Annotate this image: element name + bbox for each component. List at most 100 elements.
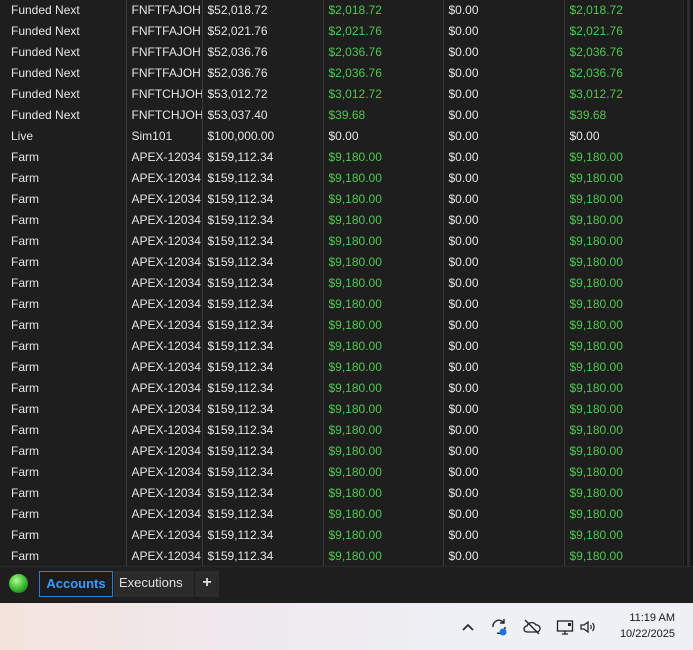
account-name-cell: Farm: [11, 423, 39, 437]
realized-pnl-cell: $2,036.76: [322, 42, 443, 63]
realized-pnl-cell: $9,180.00: [322, 189, 443, 210]
realized-pnl-cell: $9,180.00: [322, 168, 443, 189]
table-row[interactable]: Farm APEX-12034 $159,112.34 $9,180.00 $0.00 $…: [0, 252, 683, 273]
account-name-cell: Farm: [11, 486, 39, 500]
speaker-icon[interactable]: [578, 617, 598, 637]
unrealized-pnl-cell: $0.00: [442, 126, 564, 147]
table-row[interactable]: Funded Next FNFTCHJOH $53,037.40 $39.68 $0.0…: [0, 105, 683, 126]
table-row[interactable]: Farm APEX-12034 $159,112.34 $9,180.00 $0.00 $…: [0, 462, 683, 483]
tab-executions[interactable]: Executions: [114, 571, 194, 597]
realized-pnl-cell: $9,180.00: [322, 147, 443, 168]
account-id-cell: FNFTFAJOH: [125, 0, 202, 21]
realized-pnl-cell: $9,180.00: [322, 399, 443, 420]
table-row[interactable]: Farm APEX-12034 $159,112.34 $9,180.00 $0.00 $…: [0, 273, 683, 294]
vertical-scrollbar[interactable]: [683, 0, 693, 566]
table-row[interactable]: Funded Next FNFTFAJOH $52,018.72 $2,018.72 $…: [0, 0, 683, 21]
unrealized-pnl-cell: $0.00: [442, 462, 564, 483]
account-id-cell: APEX-12034: [125, 273, 202, 294]
scrollbar-thumb[interactable]: [687, 0, 690, 566]
total-pnl-cell: $9,180.00: [563, 252, 683, 273]
chevron-up-icon[interactable]: [458, 617, 478, 637]
total-pnl-cell: $9,180.00: [563, 147, 683, 168]
table-row[interactable]: Farm APEX-12034 $159,112.34 $9,180.00 $0.00 $…: [0, 147, 683, 168]
account-name-cell: Funded Next: [11, 108, 80, 122]
network-icon[interactable]: [555, 617, 575, 637]
account-name-cell: Farm: [11, 171, 39, 185]
table-row[interactable]: Funded Next FNFTFAJOH $52,036.76 $2,036.76 $…: [0, 63, 683, 84]
account-name-cell: Farm: [11, 234, 39, 248]
account-id-cell: FNFTFAJOH: [125, 63, 202, 84]
table-row[interactable]: Farm APEX-12034 $159,112.34 $9,180.00 $0.00 $…: [0, 504, 683, 525]
table-row[interactable]: Farm APEX-12034 $159,112.34 $9,180.00 $0.00 $…: [0, 483, 683, 504]
total-pnl-cell: $2,021.76: [563, 21, 683, 42]
table-row[interactable]: Farm APEX-12034 $159,112.34 $9,180.00 $0.00 $…: [0, 336, 683, 357]
cash-value-cell: $159,112.34: [201, 378, 323, 399]
unrealized-pnl-cell: $0.00: [442, 147, 564, 168]
sync-icon[interactable]: [489, 617, 509, 637]
account-id-cell: FNFTFAJOH: [125, 42, 202, 63]
account-id-cell: APEX-12034: [125, 546, 202, 566]
cash-value-cell: $159,112.34: [201, 336, 323, 357]
account-name-cell: Funded Next: [11, 45, 80, 59]
table-row[interactable]: Farm APEX-12034 $159,112.34 $9,180.00 $0.00 $…: [0, 357, 683, 378]
cash-value-cell: $159,112.34: [201, 315, 323, 336]
table-row[interactable]: Live Sim101 $100,000.00 $0.00 $0.00 $0.00: [0, 126, 683, 147]
table-row[interactable]: Farm APEX-12034 $159,112.34 $9,180.00 $0.00 $…: [0, 399, 683, 420]
realized-pnl-cell: $9,180.00: [322, 378, 443, 399]
table-row[interactable]: Farm APEX-12034 $159,112.34 $9,180.00 $0.00 $…: [0, 441, 683, 462]
total-pnl-cell: $9,180.00: [563, 210, 683, 231]
table-row[interactable]: Farm APEX-12034 $159,112.34 $9,180.00 $0.00 $…: [0, 231, 683, 252]
cash-value-cell: $159,112.34: [201, 273, 323, 294]
total-pnl-cell: $9,180.00: [563, 399, 683, 420]
table-row[interactable]: Funded Next FNFTFAJOH $52,021.76 $2,021.76 $…: [0, 21, 683, 42]
realized-pnl-cell: $9,180.00: [322, 210, 443, 231]
table-row[interactable]: Farm APEX-12034 $159,112.34 $9,180.00 $0.00 $…: [0, 315, 683, 336]
total-pnl-cell: $9,180.00: [563, 378, 683, 399]
tab-bar: Accounts Executions +: [0, 566, 693, 603]
realized-pnl-cell: $39.68: [322, 105, 443, 126]
unrealized-pnl-cell: $0.00: [442, 336, 564, 357]
account-id-cell: FNFTCHJOH: [125, 105, 202, 126]
realized-pnl-cell: $9,180.00: [322, 231, 443, 252]
total-pnl-cell: $3,012.72: [563, 84, 683, 105]
table-row[interactable]: Farm APEX-12034 $159,112.34 $9,180.00 $0.00 $…: [0, 525, 683, 546]
realized-pnl-cell: $2,018.72: [322, 0, 443, 21]
table-row[interactable]: Farm APEX-12034 $159,112.34 $9,180.00 $0.00 $…: [0, 546, 683, 566]
table-row[interactable]: Funded Next FNFTFAJOH $52,036.76 $2,036.76 $…: [0, 42, 683, 63]
table-row[interactable]: Farm APEX-12034 $159,112.34 $9,180.00 $0.00 $…: [0, 189, 683, 210]
realized-pnl-cell: $0.00: [322, 126, 443, 147]
unrealized-pnl-cell: $0.00: [442, 483, 564, 504]
account-name-cell: Funded Next: [11, 87, 80, 101]
realized-pnl-cell: $9,180.00: [322, 525, 443, 546]
table-row[interactable]: Farm APEX-12034 $159,112.34 $9,180.00 $0.00 $…: [0, 210, 683, 231]
cloud-off-icon[interactable]: [522, 617, 542, 637]
table-row[interactable]: Farm APEX-12034 $159,112.34 $9,180.00 $0.00 $…: [0, 378, 683, 399]
cash-value-cell: $159,112.34: [201, 231, 323, 252]
account-name-cell: Funded Next: [11, 24, 80, 38]
add-tab-button[interactable]: +: [195, 571, 219, 597]
realized-pnl-cell: $9,180.00: [322, 336, 443, 357]
table-row[interactable]: Farm APEX-12034 $159,112.34 $9,180.00 $0.00 $…: [0, 420, 683, 441]
account-id-cell: APEX-12034: [125, 462, 202, 483]
account-name-cell: Farm: [11, 318, 39, 332]
cash-value-cell: $159,112.34: [201, 504, 323, 525]
account-name-cell: Farm: [11, 150, 39, 164]
table-row[interactable]: Funded Next FNFTCHJOH $53,012.72 $3,012.72 $…: [0, 84, 683, 105]
realized-pnl-cell: $9,180.00: [322, 483, 443, 504]
table-row[interactable]: Farm APEX-12034 $159,112.34 $9,180.00 $0.00 $…: [0, 294, 683, 315]
clock-date[interactable]: 10/22/2025: [620, 628, 675, 640]
total-pnl-cell: $9,180.00: [563, 315, 683, 336]
unrealized-pnl-cell: $0.00: [442, 21, 564, 42]
table-row[interactable]: Farm APEX-12034 $159,112.34 $9,180.00 $0.00 $…: [0, 168, 683, 189]
clock-time[interactable]: 11:19 AM: [629, 612, 675, 624]
realized-pnl-cell: $9,180.00: [322, 294, 443, 315]
tab-accounts[interactable]: Accounts: [39, 571, 113, 597]
total-pnl-cell: $9,180.00: [563, 231, 683, 252]
total-pnl-cell: $2,018.72: [563, 0, 683, 21]
account-name-cell: Farm: [11, 465, 39, 479]
cash-value-cell: $159,112.34: [201, 483, 323, 504]
account-name-cell: Funded Next: [11, 3, 80, 17]
account-id-cell: Sim101: [125, 126, 202, 147]
total-pnl-cell: $2,036.76: [563, 42, 683, 63]
account-id-cell: APEX-12034: [125, 441, 202, 462]
